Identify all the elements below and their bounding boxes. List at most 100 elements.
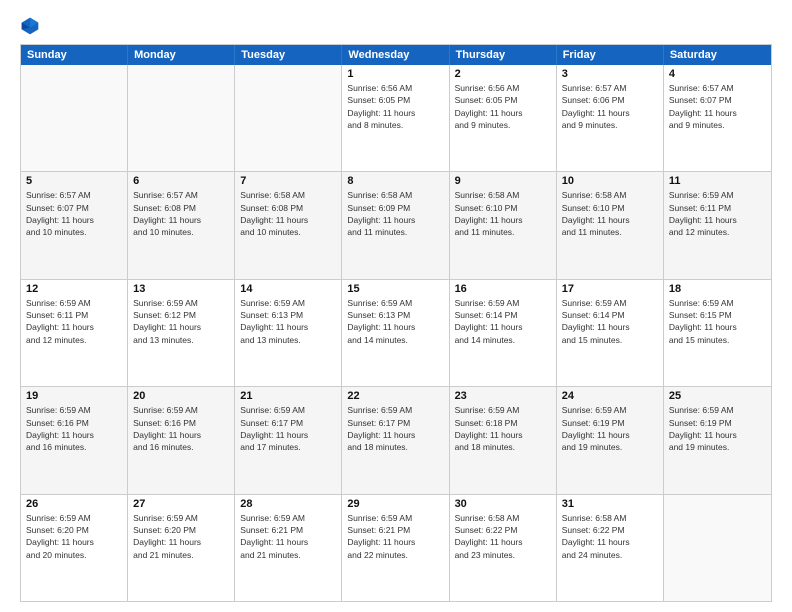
day-cell-26: 26Sunrise: 6:59 AMSunset: 6:20 PMDayligh… (21, 495, 128, 601)
cell-line: and 16 minutes. (26, 441, 122, 453)
cell-line: Sunrise: 6:59 AM (455, 297, 551, 309)
cell-line: Sunrise: 6:56 AM (347, 82, 443, 94)
cell-line: Sunrise: 6:59 AM (133, 512, 229, 524)
day-cell-6: 6Sunrise: 6:57 AMSunset: 6:08 PMDaylight… (128, 172, 235, 278)
cell-line: Sunset: 6:11 PM (669, 202, 766, 214)
day-number: 4 (669, 68, 766, 80)
header-cell-sunday: Sunday (21, 45, 128, 65)
day-cell-9: 9Sunrise: 6:58 AMSunset: 6:10 PMDaylight… (450, 172, 557, 278)
day-number: 18 (669, 283, 766, 295)
cell-line: Sunset: 6:16 PM (26, 417, 122, 429)
day-cell-29: 29Sunrise: 6:59 AMSunset: 6:21 PMDayligh… (342, 495, 449, 601)
cell-line: Daylight: 11 hours (347, 214, 443, 226)
day-number: 24 (562, 390, 658, 402)
header-cell-wednesday: Wednesday (342, 45, 449, 65)
day-number: 2 (455, 68, 551, 80)
cell-line: Sunrise: 6:59 AM (669, 404, 766, 416)
cell-line: Daylight: 11 hours (347, 107, 443, 119)
cell-line: Daylight: 11 hours (669, 429, 766, 441)
day-number: 7 (240, 175, 336, 187)
day-number: 16 (455, 283, 551, 295)
cell-line: Daylight: 11 hours (455, 321, 551, 333)
cell-line: Daylight: 11 hours (26, 321, 122, 333)
cell-line: and 15 minutes. (669, 334, 766, 346)
day-number: 10 (562, 175, 658, 187)
cell-line: Sunset: 6:17 PM (347, 417, 443, 429)
cell-line: and 15 minutes. (562, 334, 658, 346)
cell-line: Sunset: 6:11 PM (26, 309, 122, 321)
empty-cell-r4c6 (664, 495, 771, 601)
day-cell-1: 1Sunrise: 6:56 AMSunset: 6:05 PMDaylight… (342, 65, 449, 171)
cell-line: Sunset: 6:10 PM (562, 202, 658, 214)
day-cell-25: 25Sunrise: 6:59 AMSunset: 6:19 PMDayligh… (664, 387, 771, 493)
cell-line: Sunset: 6:22 PM (455, 524, 551, 536)
cell-line: and 17 minutes. (240, 441, 336, 453)
cell-line: Sunrise: 6:59 AM (669, 297, 766, 309)
day-cell-15: 15Sunrise: 6:59 AMSunset: 6:13 PMDayligh… (342, 280, 449, 386)
cell-line: and 22 minutes. (347, 549, 443, 561)
cell-line: Sunrise: 6:57 AM (562, 82, 658, 94)
day-cell-30: 30Sunrise: 6:58 AMSunset: 6:22 PMDayligh… (450, 495, 557, 601)
day-number: 21 (240, 390, 336, 402)
day-cell-11: 11Sunrise: 6:59 AMSunset: 6:11 PMDayligh… (664, 172, 771, 278)
cell-line: Sunset: 6:05 PM (347, 94, 443, 106)
header-cell-thursday: Thursday (450, 45, 557, 65)
cell-line: Sunrise: 6:57 AM (26, 189, 122, 201)
cell-line: and 13 minutes. (133, 334, 229, 346)
cell-line: and 24 minutes. (562, 549, 658, 561)
cell-line: Sunrise: 6:59 AM (669, 189, 766, 201)
cell-line: and 11 minutes. (347, 226, 443, 238)
day-number: 6 (133, 175, 229, 187)
cell-line: Sunrise: 6:59 AM (26, 404, 122, 416)
cell-line: Sunrise: 6:59 AM (562, 297, 658, 309)
calendar-body: 1Sunrise: 6:56 AMSunset: 6:05 PMDaylight… (21, 65, 771, 601)
cell-line: Daylight: 11 hours (562, 107, 658, 119)
cell-line: Sunset: 6:19 PM (669, 417, 766, 429)
calendar-row-3: 12Sunrise: 6:59 AMSunset: 6:11 PMDayligh… (21, 279, 771, 386)
cell-line: Daylight: 11 hours (562, 536, 658, 548)
cell-line: and 10 minutes. (26, 226, 122, 238)
cell-line: Sunrise: 6:56 AM (455, 82, 551, 94)
logo-icon (20, 16, 40, 36)
cell-line: Daylight: 11 hours (455, 536, 551, 548)
cell-line: and 21 minutes. (240, 549, 336, 561)
day-cell-20: 20Sunrise: 6:59 AMSunset: 6:16 PMDayligh… (128, 387, 235, 493)
cell-line: and 14 minutes. (347, 334, 443, 346)
cell-line: Sunset: 6:08 PM (240, 202, 336, 214)
cell-line: Daylight: 11 hours (562, 429, 658, 441)
cell-line: Daylight: 11 hours (347, 429, 443, 441)
header-cell-friday: Friday (557, 45, 664, 65)
cell-line: Daylight: 11 hours (133, 214, 229, 226)
cell-line: Daylight: 11 hours (669, 107, 766, 119)
day-number: 3 (562, 68, 658, 80)
cell-line: Daylight: 11 hours (562, 321, 658, 333)
day-cell-21: 21Sunrise: 6:59 AMSunset: 6:17 PMDayligh… (235, 387, 342, 493)
cell-line: Sunrise: 6:58 AM (240, 189, 336, 201)
cell-line: Sunrise: 6:59 AM (26, 512, 122, 524)
cell-line: and 9 minutes. (669, 119, 766, 131)
header-cell-monday: Monday (128, 45, 235, 65)
cell-line: Sunrise: 6:58 AM (347, 189, 443, 201)
cell-line: Sunset: 6:10 PM (455, 202, 551, 214)
day-cell-2: 2Sunrise: 6:56 AMSunset: 6:05 PMDaylight… (450, 65, 557, 171)
header-cell-tuesday: Tuesday (235, 45, 342, 65)
cell-line: Daylight: 11 hours (133, 321, 229, 333)
cell-line: Daylight: 11 hours (240, 214, 336, 226)
cell-line: and 9 minutes. (562, 119, 658, 131)
cell-line: Sunset: 6:08 PM (133, 202, 229, 214)
empty-cell-r0c2 (235, 65, 342, 171)
cell-line: and 19 minutes. (669, 441, 766, 453)
empty-cell-r0c1 (128, 65, 235, 171)
cell-line: Sunrise: 6:59 AM (240, 404, 336, 416)
day-cell-17: 17Sunrise: 6:59 AMSunset: 6:14 PMDayligh… (557, 280, 664, 386)
cell-line: and 12 minutes. (26, 334, 122, 346)
cell-line: and 12 minutes. (669, 226, 766, 238)
cell-line: Sunset: 6:09 PM (347, 202, 443, 214)
cell-line: Daylight: 11 hours (455, 214, 551, 226)
cell-line: Sunset: 6:07 PM (669, 94, 766, 106)
day-cell-14: 14Sunrise: 6:59 AMSunset: 6:13 PMDayligh… (235, 280, 342, 386)
calendar-row-2: 5Sunrise: 6:57 AMSunset: 6:07 PMDaylight… (21, 171, 771, 278)
cell-line: Sunset: 6:14 PM (562, 309, 658, 321)
day-cell-10: 10Sunrise: 6:58 AMSunset: 6:10 PMDayligh… (557, 172, 664, 278)
day-number: 23 (455, 390, 551, 402)
